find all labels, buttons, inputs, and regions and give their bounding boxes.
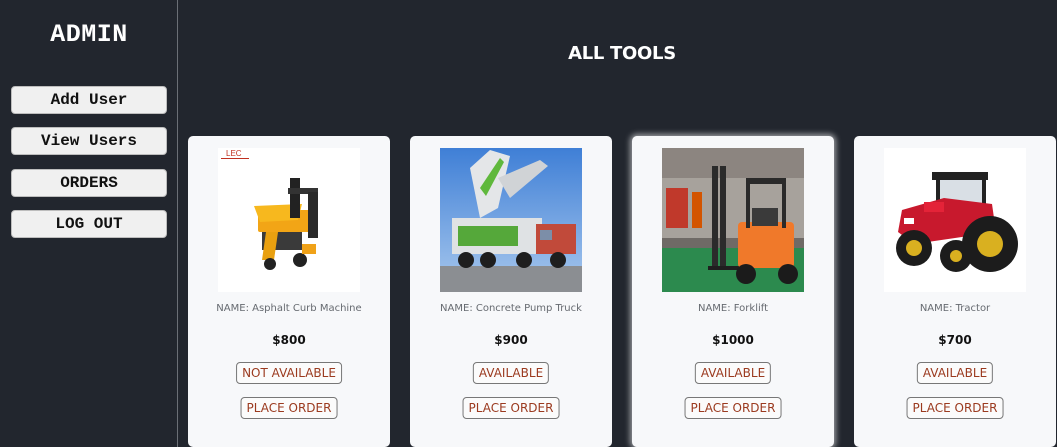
- place-order-button[interactable]: PLACE ORDER: [684, 397, 782, 419]
- brand-logo-text: LEC: [226, 149, 242, 158]
- tool-card-forklift: NAME: Forklift $1000 AVAILABLE PLACE ORD…: [632, 136, 834, 447]
- tool-name: NAME: Concrete Pump Truck: [440, 303, 582, 314]
- tool-price: $900: [494, 333, 528, 347]
- tool-name: NAME: Asphalt Curb Machine: [216, 303, 362, 314]
- tool-price: $1000: [712, 333, 754, 347]
- tool-image: LEC: [218, 148, 360, 292]
- tool-image: [440, 148, 582, 292]
- tool-price: $700: [938, 333, 972, 347]
- log-out-button[interactable]: LOG OUT: [11, 210, 167, 238]
- tool-card-tractor: NAME: Tractor $700 AVAILABLE PLACE ORDER: [854, 136, 1056, 447]
- place-order-button[interactable]: PLACE ORDER: [462, 397, 560, 419]
- tool-card-concrete-pump-truck: NAME: Concrete Pump Truck $900 AVAILABLE…: [410, 136, 612, 447]
- place-order-button[interactable]: PLACE ORDER: [240, 397, 338, 419]
- add-user-button[interactable]: Add User: [11, 86, 167, 114]
- tool-card-asphalt-curb-machine: LEC NAME: Asphalt Curb Machine $800 NOT …: [188, 136, 390, 447]
- tool-name: NAME: Tractor: [919, 303, 991, 314]
- orders-button[interactable]: ORDERS: [11, 169, 167, 197]
- page-title: ALL TOOLS: [568, 43, 676, 64]
- tool-name: NAME: Forklift: [697, 303, 769, 314]
- tool-image: [884, 148, 1026, 292]
- place-order-button[interactable]: PLACE ORDER: [906, 397, 1004, 419]
- view-users-button[interactable]: View Users: [11, 127, 167, 155]
- availability-button[interactable]: NOT AVAILABLE: [236, 362, 342, 384]
- tool-price: $800: [272, 333, 306, 347]
- sidebar: ADMIN Add User View Users ORDERS LOG OUT: [0, 0, 178, 447]
- tool-image: [662, 148, 804, 292]
- main-content: ALL TOOLS LEC NAME: Asphalt Curb Machine: [179, 0, 1057, 447]
- availability-button[interactable]: AVAILABLE: [472, 362, 550, 384]
- availability-button[interactable]: AVAILABLE: [694, 362, 772, 384]
- availability-button[interactable]: AVAILABLE: [916, 362, 994, 384]
- sidebar-title: ADMIN: [50, 20, 128, 49]
